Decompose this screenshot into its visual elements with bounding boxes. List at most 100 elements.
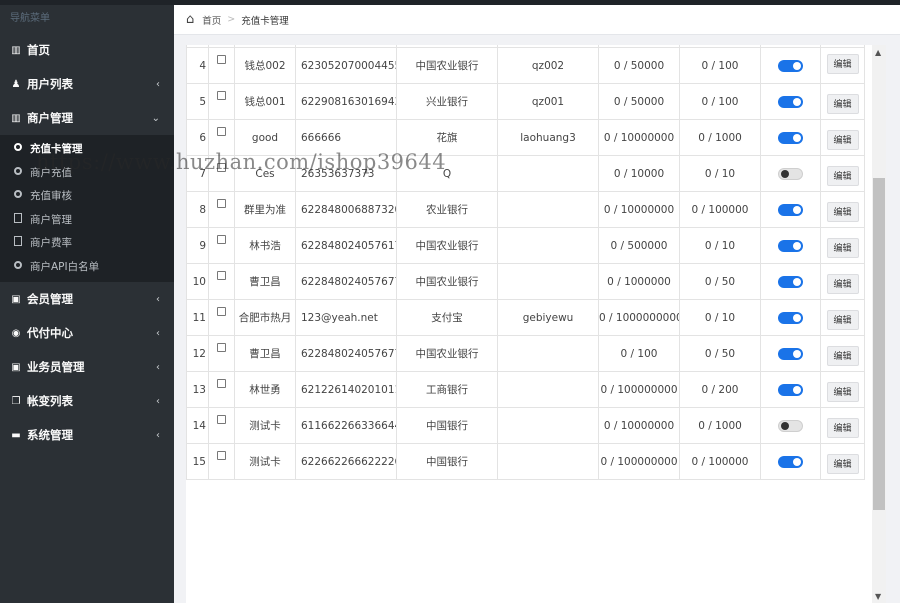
sidebar-subitem-merchant-rate[interactable]: 商户费率: [0, 231, 174, 255]
checkbox-icon[interactable]: [217, 451, 226, 460]
cell-account: [497, 335, 599, 372]
cell-card-number: 6228480240576171: [295, 227, 397, 264]
cell-amount-limit: 0 / 10000000: [598, 407, 680, 444]
copy-icon: ❐: [11, 395, 21, 407]
toggle-knob: [781, 422, 789, 430]
scroll-up-arrow-icon[interactable]: ▲: [875, 48, 881, 57]
sidebar-item-label: 会员管理: [27, 292, 73, 306]
status-toggle[interactable]: [778, 168, 803, 180]
edit-button[interactable]: 编辑: [826, 345, 859, 366]
edit-button[interactable]: 编辑: [826, 53, 859, 74]
cell-status: [760, 263, 821, 300]
cell-count-limit: 0 / 100000: [679, 443, 761, 480]
watermark-url: https://www.huzhan.com/ishop39644: [36, 150, 447, 174]
status-toggle[interactable]: [778, 132, 803, 144]
sidebar-subitem-api-whitelist[interactable]: 商户API白名单: [0, 255, 174, 279]
sidebar-subitem-recharge-review[interactable]: 充值审核: [0, 184, 174, 208]
row-checkbox[interactable]: [208, 191, 235, 228]
row-checkbox[interactable]: [208, 335, 235, 372]
row-checkbox[interactable]: [208, 443, 235, 480]
edit-button[interactable]: 编辑: [826, 381, 859, 402]
sidebar-item-payout-center[interactable]: ◉ 代付中心 ‹: [0, 316, 174, 350]
checkbox-icon[interactable]: [217, 343, 226, 352]
cell-account: [497, 407, 599, 444]
row-checkbox[interactable]: [208, 263, 235, 300]
row-checkbox[interactable]: [208, 227, 235, 264]
cell-name: 群里为准: [234, 191, 296, 228]
sidebar-item-salesperson-management[interactable]: ▣ 业务员管理 ‹: [0, 350, 174, 384]
cell-status: [760, 119, 821, 156]
status-toggle[interactable]: [778, 420, 803, 432]
status-toggle[interactable]: [778, 240, 803, 252]
cell-amount-limit: 0 / 100000000: [598, 443, 680, 480]
checkbox-icon[interactable]: [217, 235, 226, 244]
checkbox-icon[interactable]: [217, 379, 226, 388]
status-toggle[interactable]: [778, 276, 803, 288]
checkbox-icon[interactable]: [217, 55, 226, 64]
status-toggle[interactable]: [778, 60, 803, 72]
row-checkbox[interactable]: [208, 83, 235, 120]
home-icon[interactable]: ⌂: [186, 12, 194, 27]
sidebar-item-home[interactable]: ▥ 首页: [0, 33, 174, 67]
checkbox-icon[interactable]: [217, 199, 226, 208]
status-toggle[interactable]: [778, 384, 803, 396]
sidebar-item-merchant-management[interactable]: ▥ 商户管理 ⌄: [0, 101, 174, 135]
cell-name: 合肥市热月: [234, 299, 296, 336]
scroll-down-arrow-icon[interactable]: ▼: [875, 592, 881, 601]
cell-bank: 中国农业银行: [396, 227, 498, 264]
status-toggle[interactable]: [778, 96, 803, 108]
edit-button[interactable]: 编辑: [826, 237, 859, 258]
document-icon: [12, 236, 24, 249]
cell-card-number: 123@yeah.net: [295, 299, 397, 336]
row-checkbox[interactable]: [208, 299, 235, 336]
cell-actions: 编辑: [820, 443, 865, 480]
sidebar-item-account-changes[interactable]: ❐ 帐变列表 ‹: [0, 384, 174, 418]
breadcrumb-separator: >: [227, 14, 236, 25]
chevron-left-icon: ‹: [156, 327, 160, 339]
checkbox-icon[interactable]: [217, 307, 226, 316]
status-toggle[interactable]: [778, 348, 803, 360]
edit-button[interactable]: 编辑: [826, 417, 859, 438]
vertical-scrollbar[interactable]: ▲ ▼: [872, 45, 886, 603]
breadcrumb-home[interactable]: 首页: [202, 13, 221, 27]
status-toggle[interactable]: [778, 456, 803, 468]
status-toggle[interactable]: [778, 312, 803, 324]
checkbox-icon[interactable]: [217, 415, 226, 424]
cell-actions: 编辑: [820, 335, 865, 372]
edit-button[interactable]: 编辑: [826, 165, 859, 186]
checkbox-icon[interactable]: [217, 271, 226, 280]
row-index: 10: [186, 263, 209, 300]
sidebar-item-member-management[interactable]: ▣ 会员管理 ‹: [0, 282, 174, 316]
sidebar-item-system-management[interactable]: ▬ 系统管理 ‹: [0, 418, 174, 452]
sidebar-subitem-merchants[interactable]: 商户管理: [0, 208, 174, 232]
chevron-left-icon: ‹: [156, 78, 160, 90]
edit-button[interactable]: 编辑: [826, 453, 859, 474]
cell-status: [760, 443, 821, 480]
edit-button[interactable]: 编辑: [826, 309, 859, 330]
toggle-knob: [793, 206, 801, 214]
row-checkbox[interactable]: [208, 47, 235, 84]
cell-amount-limit: 0 / 500000: [598, 227, 680, 264]
toggle-knob: [793, 278, 801, 286]
edit-button[interactable]: 编辑: [826, 201, 859, 222]
edit-button[interactable]: 编辑: [826, 129, 859, 150]
cell-name: 钱总001: [234, 83, 296, 120]
sidebar-item-user-list[interactable]: ♟ 用户列表 ‹: [0, 67, 174, 101]
row-checkbox[interactable]: [208, 371, 235, 408]
cell-count-limit: 0 / 10: [679, 227, 761, 264]
checkbox-icon[interactable]: [217, 127, 226, 136]
scrollbar-thumb[interactable]: [873, 178, 885, 510]
card-icon: ▬: [11, 429, 21, 441]
cell-bank: 中国银行: [396, 407, 498, 444]
edit-button[interactable]: 编辑: [826, 93, 859, 114]
row-checkbox[interactable]: [208, 407, 235, 444]
cell-amount-limit: 0 / 1000000: [598, 263, 680, 300]
cell-status: [760, 227, 821, 264]
cell-account: [497, 155, 599, 192]
status-toggle[interactable]: [778, 204, 803, 216]
cell-actions: 编辑: [820, 371, 865, 408]
toggle-knob: [793, 62, 801, 70]
checkbox-icon[interactable]: [217, 91, 226, 100]
edit-button[interactable]: 编辑: [826, 273, 859, 294]
toggle-knob: [781, 170, 789, 178]
